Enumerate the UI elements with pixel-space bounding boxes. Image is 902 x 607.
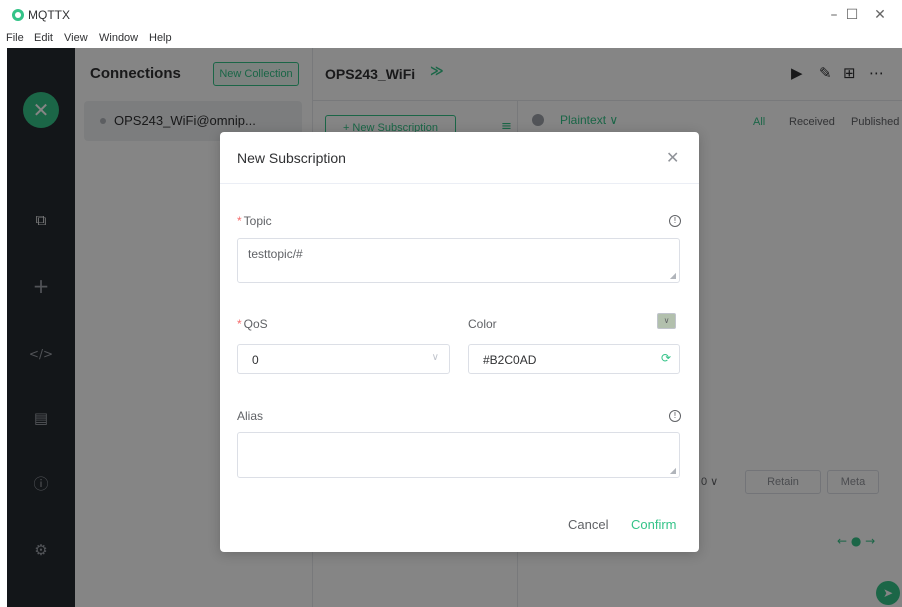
qos-select[interactable]: 0 ∨ [237,344,450,374]
cancel-button[interactable]: Cancel [568,517,608,532]
confirm-button[interactable]: Confirm [631,517,677,532]
maximize-icon[interactable]: ☐ [838,4,866,26]
topic-input[interactable]: testtopic/# ◢ [237,238,680,283]
qos-label: * QoS [237,317,268,331]
topic-value: testtopic/# [248,247,303,261]
topic-info-icon[interactable]: ! [669,215,681,227]
qos-label-text: QoS [243,317,268,331]
color-label: Color [468,317,497,331]
close-icon[interactable]: ✕ [666,148,679,167]
menu-view[interactable]: View [64,32,88,44]
resize-handle-icon[interactable]: ◢ [670,466,676,475]
app-logo-icon [12,9,24,21]
qos-value: 0 [252,353,259,367]
chevron-down-icon: ∨ [663,316,670,325]
color-picker-swatch[interactable]: ∨ [657,313,676,329]
menu-bar: File Edit View Window Help [0,30,902,48]
menu-help[interactable]: Help [149,32,172,44]
required-mark: * [237,317,242,331]
menu-file[interactable]: File [6,32,24,44]
alias-input[interactable]: ◢ [237,432,680,478]
menu-window[interactable]: Window [99,32,138,44]
dialog-divider [220,183,699,184]
color-input[interactable]: #B2C0AD ⟳ [468,344,680,374]
title-bar: MQTTX – ☐ ✕ [0,0,902,30]
alias-label: Alias [237,409,264,423]
new-subscription-dialog: New Subscription ✕ * Topic ! testtopic/# … [220,132,699,552]
app-title: MQTTX [28,8,70,22]
refresh-icon[interactable]: ⟳ [661,351,671,365]
topic-label-text: Topic [243,214,272,228]
topic-label: * Topic [237,214,272,228]
close-window-icon[interactable]: ✕ [866,4,894,26]
chevron-down-icon: ∨ [431,352,439,363]
required-mark: * [237,214,242,228]
alias-info-icon[interactable]: ! [669,410,681,422]
resize-handle-icon[interactable]: ◢ [670,271,676,280]
color-value: #B2C0AD [483,353,537,367]
menu-edit[interactable]: Edit [34,32,53,44]
dialog-title: New Subscription [237,150,346,166]
